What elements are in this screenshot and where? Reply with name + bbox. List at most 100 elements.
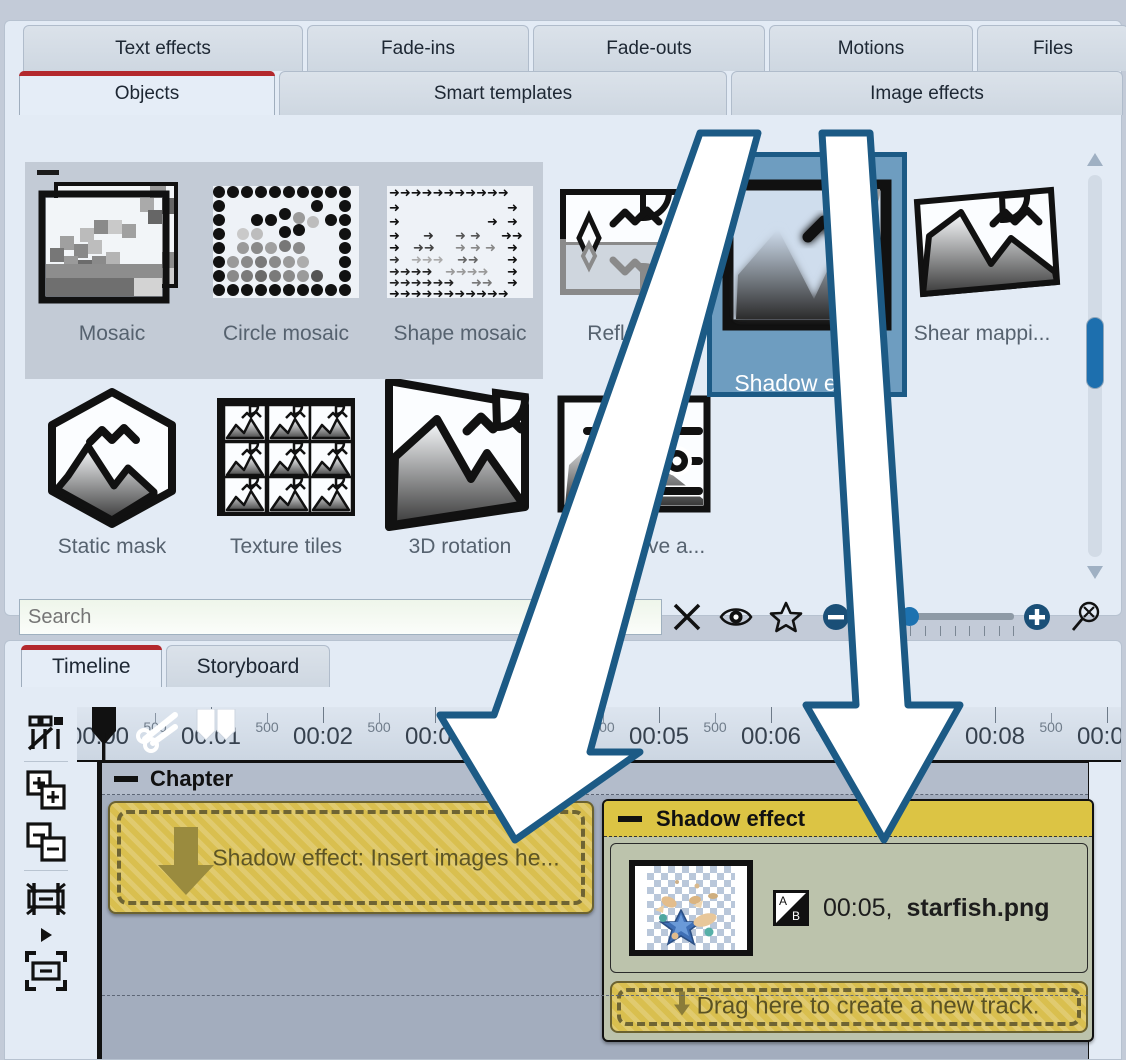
timeline-tracks[interactable]: Chapter Shadow effect: Insert images he.… [77, 762, 1121, 1059]
mosaic-icon [32, 162, 192, 322]
effect-tile-label: Static mask [58, 535, 167, 559]
tab-label: Files [1033, 38, 1073, 60]
tab-timeline[interactable]: Timeline [21, 645, 162, 687]
shadow-track-label: Shadow effect [656, 806, 805, 832]
tab-motions[interactable]: Motions [769, 25, 973, 71]
zoom-slider-knob[interactable] [900, 607, 919, 626]
effects-scroll-viewport[interactable]: Mosaic [19, 144, 1107, 586]
shape-mosaic-icon: ➜➜➜➜➜➜➜➜➜➜➜ ➜➜ ➜➜➜ ➜➜➜ ➜➜➜ ➜➜➜➜ ➜ ➜➜ ➜➜➜… [379, 162, 541, 322]
zoom-reset-icon[interactable] [1061, 595, 1111, 639]
ab-transition-icon: A B [773, 890, 809, 926]
zoom-slider-track[interactable] [864, 613, 1014, 620]
effect-tile-shear-mapping[interactable]: Shear mappi... [895, 162, 1069, 375]
timeline-panel: Timeline Storyboard [4, 640, 1122, 1060]
clip-time: 00:05, [823, 894, 893, 923]
svg-text:A: A [779, 894, 787, 908]
tab-label: Fade-outs [606, 38, 692, 60]
chapter-track[interactable]: Chapter Shadow effect: Insert images he.… [97, 762, 1089, 1059]
effect-tile-static-mask[interactable]: Static mask [25, 375, 199, 586]
tab-objects[interactable]: Objects [19, 71, 275, 115]
static-mask-icon [32, 375, 192, 535]
tab-label: Fade-ins [381, 38, 455, 60]
effect-tile-label: Texture tiles [230, 535, 342, 559]
svg-text:➜: ➜ [389, 215, 400, 230]
tab-smart-templates[interactable]: Smart templates [279, 71, 727, 115]
effect-tile-color-curve[interactable]: Color curve a... [547, 375, 721, 586]
effect-tile-texture-tiles[interactable]: Texture tiles [199, 375, 373, 586]
scroll-down-arrow-icon[interactable] [1086, 563, 1104, 583]
tab-label: Timeline [52, 655, 131, 679]
tool-fit-all-icon[interactable] [20, 945, 72, 997]
timeline-ruler[interactable]: 00:00 500 00:01 500 00:02 500 00:03 500 … [77, 707, 1121, 762]
tab-label: Motions [838, 38, 905, 60]
tool-timeline-mode-icon[interactable] [20, 707, 72, 759]
playhead-marker[interactable] [89, 707, 119, 762]
chapter-track-label: Chapter [150, 766, 233, 792]
tool-remove-track-icon[interactable] [20, 816, 72, 868]
shadow-effect-track[interactable]: Shadow effect [602, 799, 1094, 1042]
tool-fit-track-icon[interactable] [20, 873, 72, 925]
tab-label: Image effects [870, 83, 984, 105]
svg-text:➜: ➜ [487, 215, 498, 230]
tab-label: Storyboard [197, 655, 300, 679]
svg-text:➜➜➜➜➜➜➜➜➜➜➜: ➜➜➜➜➜➜➜➜➜➜➜ [389, 186, 509, 201]
tool-divider [24, 761, 68, 762]
timeline-clip-starfish[interactable]: A B 00:05, starfish.png [610, 843, 1088, 973]
preview-eye-icon[interactable] [711, 595, 761, 639]
clipped-group-label [19, 144, 1107, 162]
effect-tile-shape-mosaic[interactable]: ➜➜➜➜➜➜➜➜➜➜➜ ➜➜ ➜➜➜ ➜➜➜ ➜➜➜ ➜➜➜➜ ➜ ➜➜ ➜➜➜… [373, 162, 547, 375]
track-divider [102, 995, 1088, 996]
scissors-marker-icon[interactable] [135, 709, 183, 758]
effects-scrollbar[interactable] [1083, 147, 1107, 585]
reflection-icon [551, 162, 717, 322]
clip-metadata: A B 00:05, starfish.png [773, 890, 1050, 926]
color-curve-icon [551, 375, 717, 535]
clip-filename: starfish.png [907, 894, 1050, 923]
effect-tile-circle-mosaic[interactable]: Circle mosaic [199, 162, 373, 375]
collapse-minus-icon[interactable] [114, 776, 138, 782]
svg-text:➜: ➜ [507, 201, 518, 216]
zoom-slider[interactable] [864, 595, 1007, 639]
starfish-thumbnail [629, 860, 753, 956]
chapter-drop-clip[interactable]: Shadow effect: Insert images he... [108, 801, 594, 914]
tool-add-track-icon[interactable] [20, 764, 72, 816]
effects-tabrow-second: Objects Smart templates Image effects [5, 71, 1121, 115]
tab-fade-ins[interactable]: Fade-ins [307, 25, 529, 71]
svg-text:➜: ➜ [389, 201, 400, 216]
tab-image-effects[interactable]: Image effects [731, 71, 1123, 115]
effect-tile-label: 3D rotation [409, 535, 512, 559]
effect-tile-mosaic[interactable]: Mosaic [25, 162, 199, 375]
effect-tile-label: Circle mosaic [223, 322, 349, 346]
new-track-drop-hint[interactable]: Drag here to create a new track. [610, 981, 1088, 1033]
zoom-out-icon[interactable] [811, 595, 861, 639]
tab-text-effects[interactable]: Text effects [23, 25, 303, 71]
svg-text:➜: ➜ [507, 215, 518, 230]
shadow-track-header[interactable]: Shadow effect [604, 801, 1092, 837]
scroll-up-arrow-icon[interactable] [1086, 149, 1104, 169]
effect-tile-3d-rotation[interactable]: 3D rotation [373, 375, 547, 586]
search-input[interactable] [19, 599, 662, 635]
collapse-minus-icon[interactable] [618, 816, 642, 822]
effect-tile-label: Shear mappi... [914, 322, 1051, 346]
tool-divider [24, 870, 68, 871]
clear-search-icon[interactable] [662, 595, 712, 639]
tab-label: Text effects [115, 38, 211, 60]
zoom-in-icon[interactable] [1012, 595, 1062, 639]
tool-expand-caret-icon[interactable] [20, 925, 72, 945]
selected-effect-tile[interactable]: Shadow effect [707, 152, 907, 397]
effects-panel: Text effects Fade-ins Fade-outs Motions … [4, 20, 1122, 616]
texture-tiles-icon [206, 375, 366, 535]
scrollbar-thumb[interactable] [1086, 317, 1104, 389]
effect-tile-label: Color curve a... [563, 535, 705, 559]
effect-tile-reflection[interactable]: Reflection [547, 162, 721, 375]
favorite-star-icon[interactable] [761, 595, 811, 639]
tab-storyboard[interactable]: Storyboard [166, 645, 331, 687]
tab-files[interactable]: Files [977, 25, 1126, 71]
shadow-effect-icon [722, 179, 892, 354]
circle-mosaic-icon [205, 162, 367, 322]
chapter-marker-icon[interactable] [195, 709, 239, 746]
effects-tabrow-top: Text effects Fade-ins Fade-outs Motions … [5, 25, 1121, 71]
effect-tile-label: Mosaic [79, 322, 146, 346]
tab-fade-outs[interactable]: Fade-outs [533, 25, 765, 71]
chapter-track-header[interactable]: Chapter [102, 763, 1088, 795]
